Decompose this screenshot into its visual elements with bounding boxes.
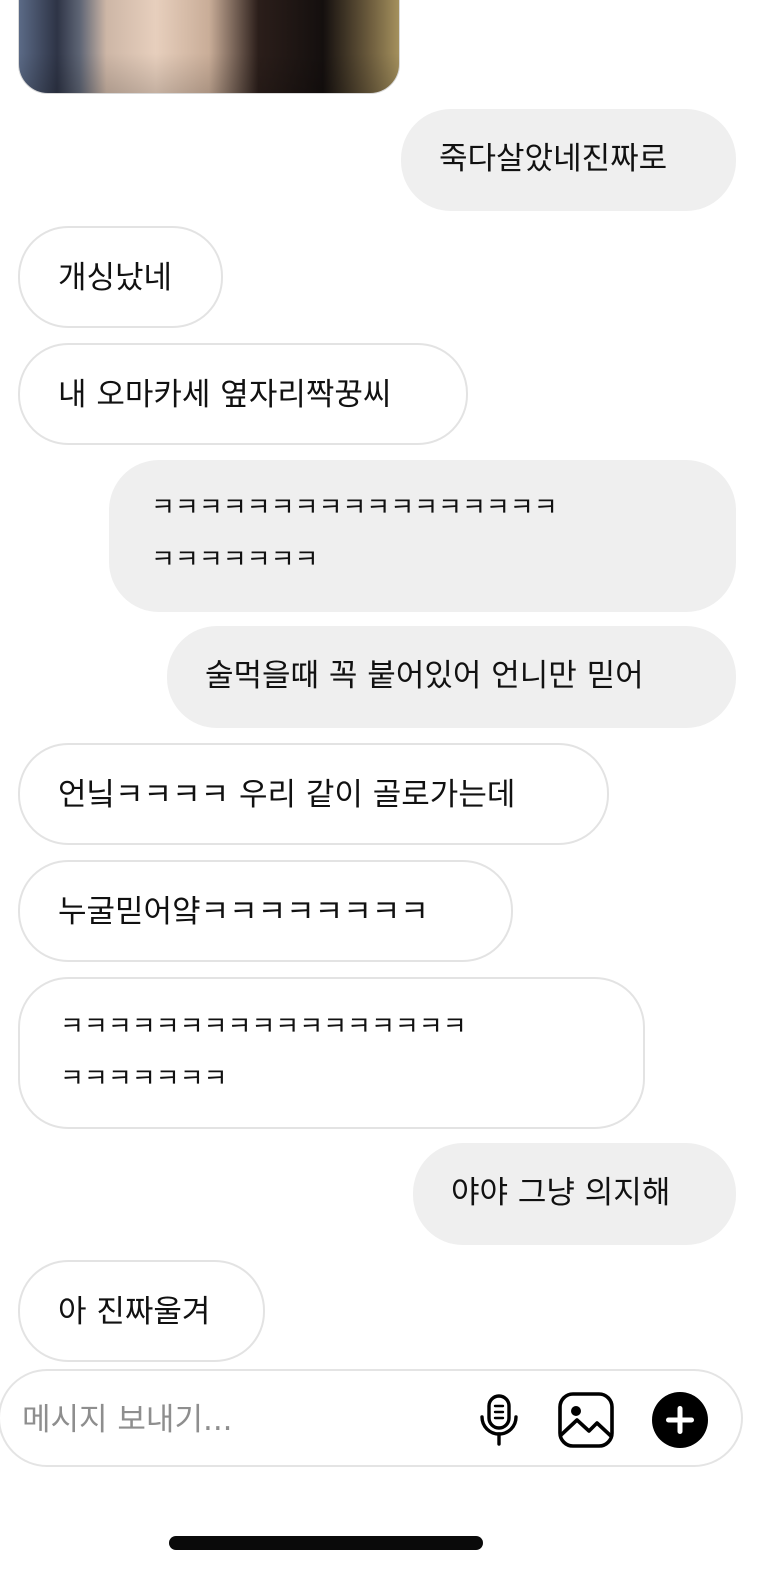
- microphone-icon[interactable]: [476, 1393, 522, 1447]
- message-input[interactable]: [20, 1391, 444, 1449]
- message-bubble-incoming[interactable]: 개싱났네: [18, 226, 223, 328]
- message-composer: [0, 1369, 743, 1467]
- message-bubble-incoming[interactable]: 아 진짜울겨: [18, 1260, 265, 1362]
- message-bubble-incoming[interactable]: 누굴믿어얔ㅋㅋㅋㅋㅋㅋㅋㅋ: [18, 860, 513, 962]
- message-bubble-outgoing[interactable]: 야야 그냥 의지해: [413, 1143, 736, 1245]
- image-gallery-icon[interactable]: [557, 1391, 615, 1449]
- message-bubble-outgoing[interactable]: 술먹을때 꼭 붙어있어 언니만 믿어: [167, 626, 736, 728]
- photo-shade: [19, 53, 399, 93]
- message-bubble-outgoing[interactable]: 죽다살았네진짜로: [401, 109, 736, 211]
- add-circle-icon[interactable]: [651, 1391, 709, 1449]
- message-thread[interactable]: 죽다살았네진짜로 개싱났네 내 오마카세 옆자리짝꿍씨 ㅋㅋㅋㅋㅋㅋㅋㅋㅋㅋㅋㅋ…: [0, 0, 773, 1370]
- message-bubble-incoming[interactable]: ㅋㅋㅋㅋㅋㅋㅋㅋㅋㅋㅋㅋㅋㅋㅋㅋㅋ ㅋㅋㅋㅋㅋㅋㅋ: [18, 977, 645, 1129]
- message-bubble-outgoing[interactable]: ㅋㅋㅋㅋㅋㅋㅋㅋㅋㅋㅋㅋㅋㅋㅋㅋㅋ ㅋㅋㅋㅋㅋㅋㅋ: [109, 460, 736, 612]
- home-indicator[interactable]: [169, 1536, 483, 1550]
- message-bubble-incoming[interactable]: 언닠ㅋㅋㅋㅋ 우리 같이 골로가는데: [18, 743, 609, 845]
- message-bubble-incoming[interactable]: 내 오마카세 옆자리짝꿍씨: [18, 343, 468, 445]
- shared-photo[interactable]: [18, 0, 400, 94]
